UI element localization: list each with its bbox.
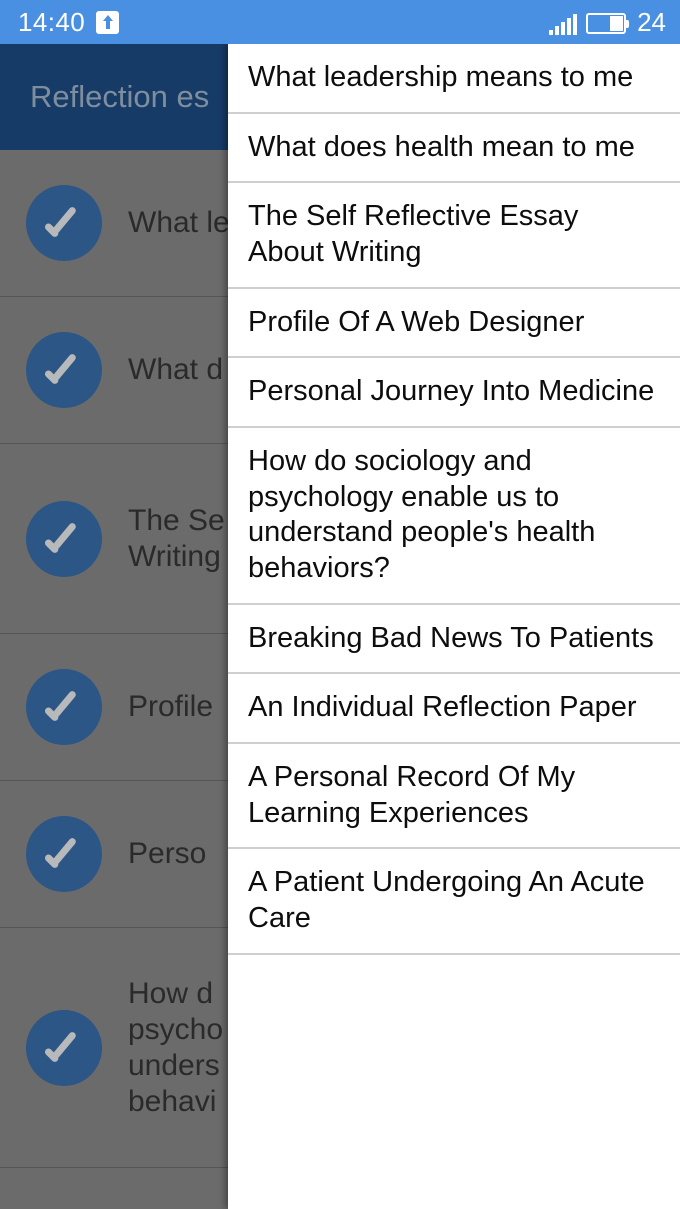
signal-bars-icon — [549, 14, 578, 35]
menu-item-8[interactable]: A Personal Record Of My Learning Experie… — [228, 743, 680, 850]
check-circle-icon — [26, 669, 102, 745]
check-circle-icon — [26, 1009, 102, 1086]
list-item-label: What le — [128, 206, 230, 239]
status-clock: 14:40 — [18, 7, 86, 37]
battery-level-label: 24 — [637, 7, 666, 37]
menu-item-6[interactable]: Breaking Bad News To Patients — [228, 604, 680, 675]
status-bar-left: 14:40 — [18, 7, 120, 37]
menu-item-0[interactable]: What leadership means to me — [228, 44, 680, 114]
upload-arrow-icon — [96, 10, 120, 34]
menu-item-4[interactable]: Personal Journey Into Medicine — [228, 358, 680, 428]
menu-item-3[interactable]: Profile Of A Web Designer — [228, 288, 680, 359]
list-item-label: How d psycho unders behavi — [128, 976, 224, 1118]
list-item-label: The Se Writing — [128, 503, 225, 573]
menu-item-1[interactable]: What does health mean to me — [228, 113, 680, 184]
check-circle-icon — [26, 816, 102, 892]
status-bar-right: 24 — [549, 9, 666, 35]
battery-icon — [586, 13, 630, 34]
page-title: Reflection es — [30, 79, 210, 114]
check-circle-icon — [26, 500, 102, 577]
menu-item-7[interactable]: An Individual Reflection Paper — [228, 674, 680, 744]
check-circle-icon — [26, 185, 102, 261]
status-bar: 14:40 24 — [0, 0, 680, 44]
list-item-label: Perso — [128, 837, 207, 870]
phone-screen: 14:40 24 Reflection es What le What d Th… — [0, 0, 680, 1209]
check-circle-icon — [26, 332, 102, 408]
list-item-label: What d — [128, 353, 224, 386]
menu-item-5[interactable]: How do sociology and psychology enable u… — [228, 427, 680, 605]
menu-item-9[interactable]: A Patient Undergoing An Acute Care — [228, 849, 680, 955]
dropdown-menu[interactable]: What leadership means to me What does he… — [228, 44, 680, 1209]
battery-fill — [610, 16, 624, 31]
list-item-label: Profile — [128, 690, 214, 723]
menu-item-2[interactable]: The Self Reflective Essay About Writing — [228, 183, 680, 289]
